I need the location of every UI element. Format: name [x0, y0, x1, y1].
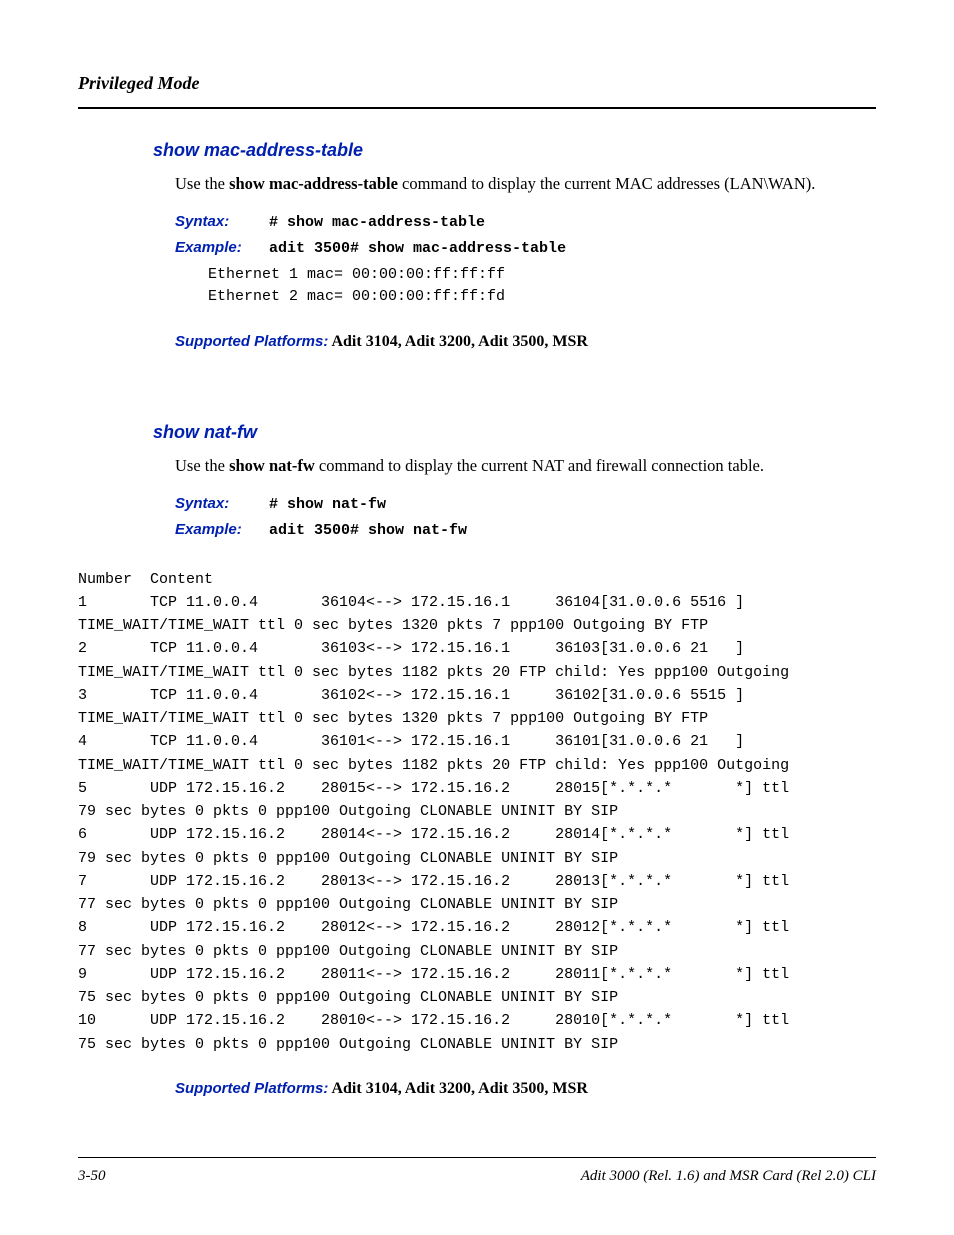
section-show-mac-address-table: show mac-address-table Use the show mac-…: [153, 137, 876, 354]
platforms-value-2: Adit 3104, Adit 3200, Adit 3500, MSR: [328, 1080, 588, 1097]
page-header: Privileged Mode: [78, 70, 876, 97]
syntax-row-2: Syntax: # show nat-fw: [175, 493, 876, 517]
syntax-label-2: Syntax:: [175, 493, 260, 516]
example-label-1: Example:: [175, 237, 260, 260]
section-show-nat-fw: show nat-fw Use the show nat-fw command …: [153, 419, 876, 543]
desc-suffix-1: command to display the current MAC addre…: [398, 174, 815, 193]
platforms-section-2: Supported Platforms: Adit 3104, Adit 320…: [153, 1076, 876, 1101]
terminal-output: Number Content 1 TCP 11.0.0.4 36104<--> …: [78, 568, 876, 1056]
syntax-code-1: # show mac-address-table: [269, 214, 485, 231]
desc-bold-2: show nat-fw: [229, 456, 315, 475]
example-code-1: adit 3500# show mac-address-table: [269, 240, 566, 257]
desc-prefix-2: Use the: [175, 456, 229, 475]
platforms-value-1: Adit 3104, Adit 3200, Adit 3500, MSR: [328, 333, 588, 350]
footer-doc-title: Adit 3000 (Rel. 1.6) and MSR Card (Rel 2…: [581, 1165, 876, 1188]
desc-bold-1: show mac-address-table: [229, 174, 398, 193]
syntax-row-1: Syntax: # show mac-address-table: [175, 211, 876, 235]
syntax-code-2: # show nat-fw: [269, 496, 386, 513]
example-label-2: Example:: [175, 519, 260, 542]
example-row-1: Example: adit 3500# show mac-address-tab…: [175, 237, 876, 261]
section-title-2: show nat-fw: [153, 419, 876, 446]
header-rule: [78, 107, 876, 109]
description-1: Use the show mac-address-table command t…: [175, 172, 876, 197]
page-footer: 3-50 Adit 3000 (Rel. 1.6) and MSR Card (…: [78, 1157, 876, 1188]
desc-suffix-2: command to display the current NAT and f…: [315, 456, 764, 475]
section-title-1: show mac-address-table: [153, 137, 876, 164]
platforms-label-1: Supported Platforms:: [175, 333, 328, 350]
footer-page-number: 3-50: [78, 1165, 106, 1188]
platforms-label-2: Supported Platforms:: [175, 1080, 328, 1097]
desc-prefix-1: Use the: [175, 174, 229, 193]
example-output-1: Ethernet 1 mac= 00:00:00:ff:ff:ff Ethern…: [208, 264, 876, 309]
example-code-2: adit 3500# show nat-fw: [269, 522, 467, 539]
platforms-1: Supported Platforms: Adit 3104, Adit 320…: [175, 329, 876, 354]
platforms-2: Supported Platforms: Adit 3104, Adit 320…: [175, 1076, 876, 1101]
description-2: Use the show nat-fw command to display t…: [175, 454, 876, 479]
syntax-label-1: Syntax:: [175, 211, 260, 234]
example-row-2: Example: adit 3500# show nat-fw: [175, 519, 876, 543]
